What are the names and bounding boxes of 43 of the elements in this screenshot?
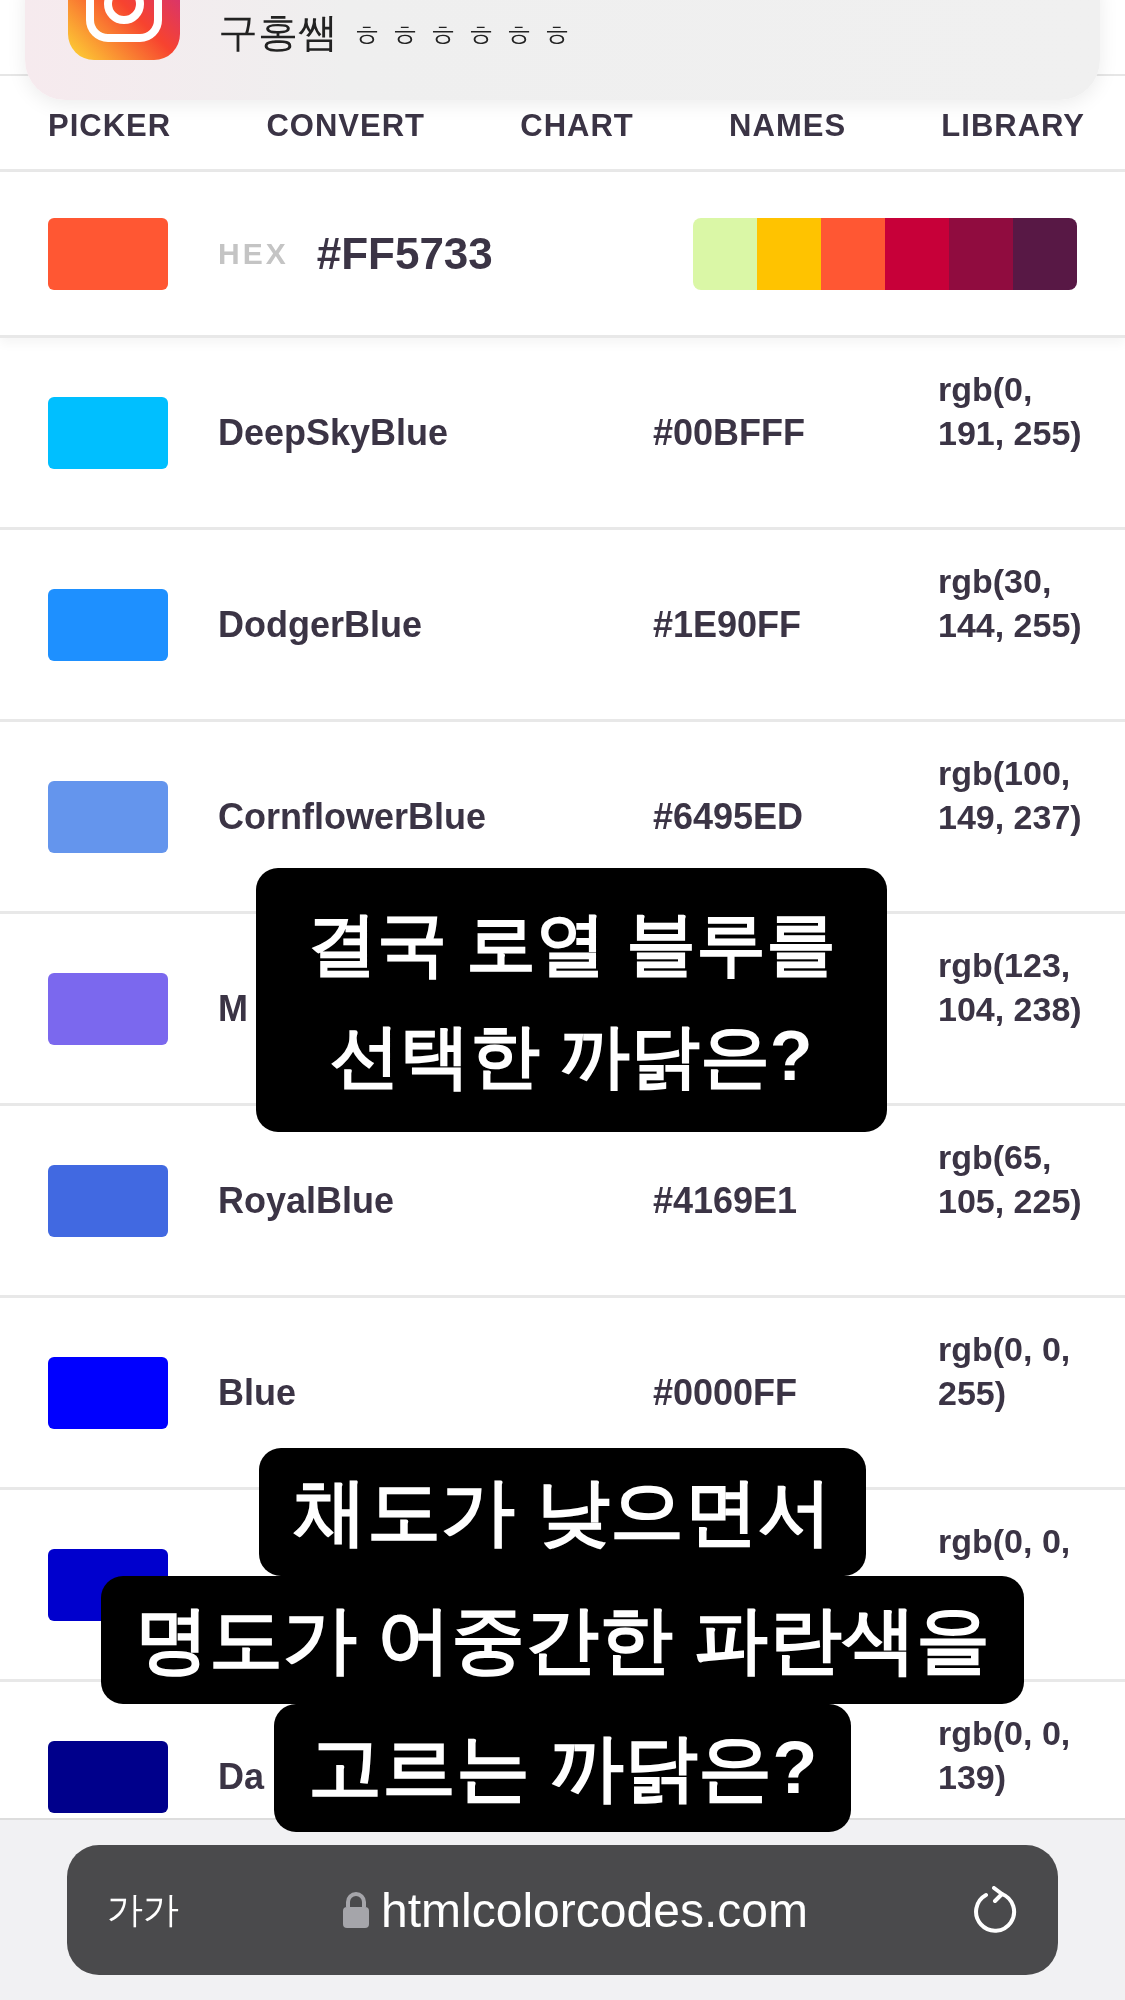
palette-swatch[interactable] [949,217,1013,290]
url-text: htmlcolorcodes.com [381,1882,808,1938]
rgb-code: rgb(0, 191, 255) [938,368,1083,454]
palette-swatch[interactable] [1013,217,1077,290]
palette-swatch[interactable] [693,217,757,290]
caption-text: 결국 로열 블루를 선택한 까닭은? [256,868,887,1132]
nav-tab[interactable]: NAMES [729,107,847,144]
hex-code: #6495ED [653,795,805,838]
hex-code: #1E90FF [653,603,803,646]
rgb-code: rgb(30, 144, 255) [938,560,1083,646]
palette-swatch[interactable] [885,217,949,290]
rgb-code: rgb(65, 105, 225) [938,1136,1083,1222]
nav-tab[interactable]: CONVERT [266,107,425,144]
color-name: DeepSkyBlue [218,411,449,454]
color-name: Da [218,1755,265,1798]
hex-code: #00BFFF [653,411,807,454]
hex-code: #4169E1 [653,1179,799,1222]
message-text: ㅎㅎㅎㅎㅎㅎ [352,18,580,54]
rgb-code: rgb(0, 0, 255) [938,1328,1072,1414]
nav-tab[interactable]: PICKER [48,107,172,144]
lock-icon [343,1892,370,1928]
nav-tab[interactable]: CHART [520,107,634,144]
color-name: CornflowerBlue [218,795,486,838]
reload-icon[interactable] [972,1886,1018,1934]
sender-name: 구홍쌤 [218,9,338,56]
color-name: DodgerBlue [218,603,422,646]
color-swatch[interactable] [48,217,168,290]
nav-tab[interactable]: LIBRARY [941,107,1085,144]
rgb-code: rgb(0, 0, [938,1520,1072,1562]
text-size-button[interactable]: 가가 [107,1885,179,1935]
hex-label: HEX [218,236,289,271]
palette-swatch[interactable] [821,217,885,290]
palette-swatch[interactable] [757,217,821,290]
notification-banner[interactable]: 구홍쌤 ㅎㅎㅎㅎㅎㅎ [25,0,1100,100]
rgb-code: rgb(0, 0, 139) [938,1712,1072,1798]
rgb-code: rgb(100, 149, 237) [938,752,1083,838]
color-name: Blue [218,1371,296,1414]
rgb-code: rgb(123, 104, 238) [938,944,1083,1030]
color-name: M [218,987,248,1030]
address-bar[interactable]: 가가 htmlcolorcodes.com [67,1845,1058,1975]
hex-value[interactable]: #FF5733 [316,228,493,279]
hex-code: #0000FF [653,1371,799,1414]
color-name: RoyalBlue [218,1179,395,1222]
